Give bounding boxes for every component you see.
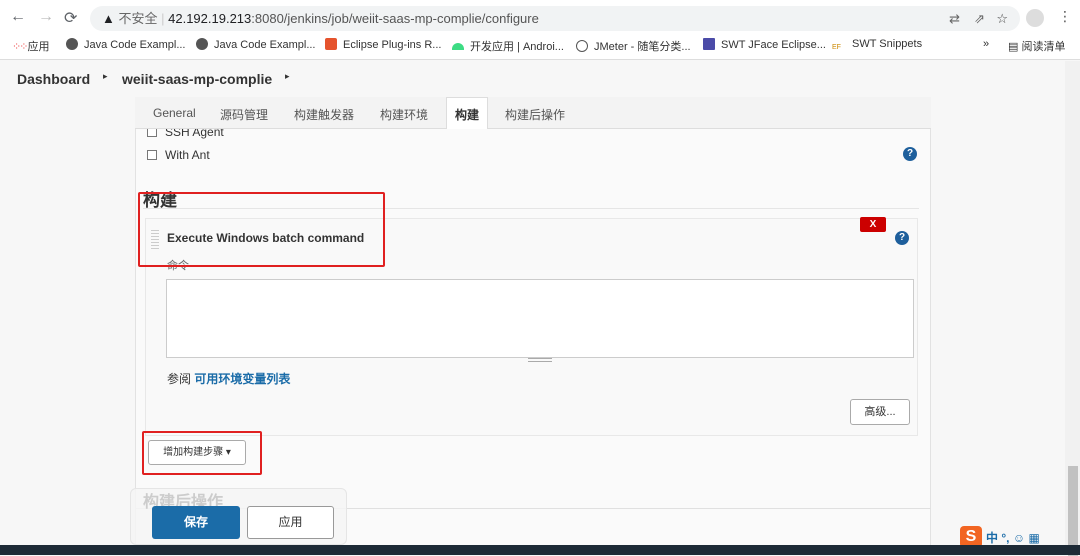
- config-tabs: General 源码管理 构建触发器 构建环境 构建 构建后操作: [135, 97, 931, 129]
- save-button[interactable]: 保存: [152, 506, 240, 539]
- help-icon[interactable]: ?: [903, 147, 917, 161]
- reload-button[interactable]: ⟳: [64, 8, 77, 28]
- env-vars-link[interactable]: 可用环境变量列表: [194, 372, 290, 386]
- warning-icon: ▲: [102, 11, 119, 26]
- bookmark-item[interactable]: Java Code Exampl...: [196, 38, 316, 51]
- apps-grid-icon: ⁘⁘: [12, 41, 28, 53]
- env-vars-hint: 参阅 可用环境变量列表: [167, 372, 291, 386]
- back-button[interactable]: ←: [10, 8, 26, 26]
- globe-icon: [196, 38, 208, 50]
- bookmark-item[interactable]: 开发应用 | Androi...: [452, 38, 564, 54]
- resize-handle[interactable]: [528, 358, 552, 362]
- breadcrumb-job[interactable]: weiit-saas-mp-complie: [122, 71, 272, 87]
- url-path: :8080/jenkins/job/weiit-saas-mp-complie/…: [251, 11, 539, 26]
- bookmark-item[interactable]: Eclipse Plug-ins R...: [325, 38, 441, 51]
- tab-scm[interactable]: 源码管理: [220, 106, 268, 123]
- breadcrumb-arrow-icon[interactable]: ▸: [103, 71, 108, 82]
- profile-avatar[interactable]: [1026, 9, 1044, 27]
- android-icon: [452, 43, 464, 50]
- reading-list-icon: ▤: [1008, 41, 1022, 53]
- reading-list[interactable]: ▤ 阅读清单: [1008, 38, 1065, 54]
- option-with-ant[interactable]: With Ant: [147, 148, 210, 162]
- scrollbar[interactable]: [1065, 61, 1080, 556]
- keyboard-icon: ▦: [1028, 531, 1040, 545]
- address-bar[interactable]: ▲ 不安全 | 42.192.19.213:8080/jenkins/job/w…: [90, 6, 1020, 31]
- breadcrumb-arrow-icon[interactable]: ▸: [285, 71, 290, 82]
- apply-button[interactable]: 应用: [247, 506, 334, 539]
- scrollbar-thumb[interactable]: [1068, 466, 1078, 556]
- url-host: 42.192.19.213: [168, 11, 252, 26]
- command-textarea[interactable]: [166, 279, 914, 358]
- help-icon[interactable]: ?: [895, 231, 909, 245]
- highlight-box: [138, 192, 385, 267]
- bookmark-item[interactable]: SWT JFace Eclipse...: [703, 38, 826, 51]
- breadcrumb-dashboard[interactable]: Dashboard: [17, 71, 90, 87]
- tab-triggers[interactable]: 构建触发器: [294, 106, 354, 123]
- emoji-icon: ☺: [1012, 531, 1026, 545]
- menu-icon[interactable]: ⋮: [1058, 8, 1072, 25]
- security-label: 不安全: [118, 11, 158, 26]
- ef-icon: EF: [832, 44, 841, 51]
- bookmark-apps[interactable]: ⁘⁘ 应用: [12, 38, 50, 54]
- bookmark-item[interactable]: JMeter - 随笔分类...: [576, 38, 691, 54]
- translate-icon[interactable]: ⇄: [949, 6, 960, 31]
- globe-icon: [66, 38, 78, 50]
- bookmark-item[interactable]: EF SWT Snippets: [832, 38, 922, 56]
- jmeter-icon: [576, 40, 588, 52]
- bookmarks-more[interactable]: »: [983, 38, 989, 50]
- advanced-button[interactable]: 高级...: [850, 399, 910, 425]
- browser-toolbar: ← → ⟳ ▲ 不安全 | 42.192.19.213:8080/jenkins…: [0, 0, 1080, 60]
- forward-button[interactable]: →: [38, 8, 54, 26]
- tab-build-env[interactable]: 构建环境: [380, 106, 428, 123]
- breadcrumb: Dashboard ▸ weiit-saas-mp-complie ▸: [0, 61, 1065, 97]
- delete-step-button[interactable]: X: [860, 217, 886, 232]
- taskbar: [0, 545, 1080, 555]
- checkbox: [147, 150, 157, 160]
- tab-build[interactable]: 构建: [446, 97, 489, 129]
- bookmark-item[interactable]: Java Code Exampl...: [66, 38, 186, 51]
- share-icon[interactable]: ⇗: [974, 6, 985, 31]
- star-icon[interactable]: ☆: [996, 6, 1008, 31]
- tab-post-build[interactable]: 构建后操作: [505, 106, 565, 123]
- highlight-box: [142, 431, 262, 475]
- ime-toolbar[interactable]: 中 °, ☺ ▦: [986, 529, 1040, 546]
- tab-general[interactable]: General: [153, 106, 196, 120]
- eclipse-icon: [325, 38, 337, 50]
- swt-icon: [703, 38, 715, 50]
